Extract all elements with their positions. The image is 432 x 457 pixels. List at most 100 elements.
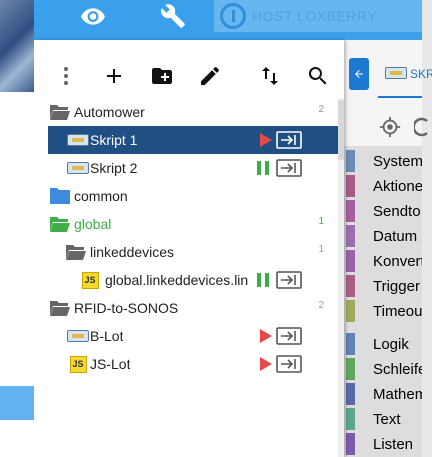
category-color [346, 150, 355, 172]
category-label: Timeouts [373, 302, 422, 320]
play-icon[interactable] [259, 132, 273, 148]
category-color [346, 300, 355, 322]
category-label: Konverti [373, 252, 422, 270]
arrow-left-icon [355, 70, 363, 78]
category-label: Mathem [373, 385, 422, 403]
tree-label: RFID-to-SONOS [74, 300, 179, 316]
category-sendto[interactable]: Sendto [344, 200, 422, 222]
tree-folder-rfid-to-sonos[interactable]: RFID-to-SONOS 2 [48, 294, 342, 322]
blockly-tab-icon [385, 67, 407, 79]
category-color [346, 175, 355, 197]
script-tab-label[interactable]: SKR [410, 67, 432, 81]
blockly-icon [66, 158, 90, 178]
item-count: 1 [318, 244, 324, 255]
category-label: System [373, 152, 422, 170]
folder-open-icon [50, 105, 70, 120]
power-icon [220, 3, 246, 29]
script-tree: Automower 2 Skript 1 Skript 2 common glo… [48, 98, 342, 378]
tab-underline [378, 96, 422, 98]
tree-label: global.linkeddevices.lin [105, 272, 249, 288]
export-icon[interactable] [276, 159, 302, 177]
category-color [346, 433, 355, 455]
item-count: 2 [318, 104, 324, 115]
export-icon[interactable] [276, 271, 302, 289]
category-color [346, 383, 355, 405]
tree-label: common [74, 188, 128, 204]
background-image [0, 0, 34, 92]
category-color [346, 275, 355, 297]
blockly-icon [66, 130, 90, 150]
folder-open-icon [50, 217, 70, 232]
tree-folder-automower[interactable]: Automower 2 [48, 98, 342, 126]
category-label: Aktionen [373, 177, 422, 195]
category-color [346, 408, 355, 430]
tree-folder-common[interactable]: common [48, 182, 342, 210]
category-convert[interactable]: Konverti [344, 250, 422, 272]
blockly-category-list: System Aktionen Sendto Datum u Konverti … [344, 146, 422, 457]
pause-icon[interactable] [256, 272, 270, 288]
category-loops[interactable]: Schleife [344, 358, 422, 380]
more-vert-icon[interactable] [54, 64, 78, 88]
add-folder-icon[interactable] [150, 64, 174, 88]
category-trigger[interactable]: Trigger [344, 275, 422, 297]
category-label: Listen [373, 435, 414, 453]
category-label: Datum u [373, 227, 422, 245]
tree-label: linkeddevices [90, 244, 175, 260]
category-date[interactable]: Datum u [344, 225, 422, 247]
host-label: HOST LOXBERRY [252, 8, 378, 24]
eye-icon[interactable] [80, 3, 106, 29]
tree-label: B-Lot [90, 328, 124, 344]
tree-scrollbar-thumb[interactable] [338, 100, 344, 160]
edit-icon[interactable] [198, 64, 222, 88]
reload-icon[interactable] [414, 116, 430, 138]
js-icon: JS [78, 270, 102, 290]
js-icon: JS [66, 354, 90, 374]
target-icon[interactable] [379, 116, 401, 138]
category-color [346, 250, 355, 272]
item-count: 1 [318, 216, 324, 227]
tree-label: Skript 2 [90, 160, 138, 176]
category-label: Logik [373, 335, 409, 353]
tree-script-js-lot[interactable]: JS JS-Lot [48, 350, 342, 378]
tree-script-skript-2[interactable]: Skript 2 [48, 154, 342, 182]
search-icon[interactable] [306, 64, 330, 88]
play-icon[interactable] [259, 356, 273, 372]
folder-icon [50, 188, 70, 204]
tree-script-skript-1[interactable]: Skript 1 [48, 126, 342, 154]
collapse-button[interactable] [349, 58, 369, 90]
category-label: Sendto [373, 202, 421, 220]
sort-icon[interactable] [258, 64, 282, 88]
blockly-icon [66, 326, 90, 346]
category-math[interactable]: Mathem [344, 383, 422, 405]
add-icon[interactable] [102, 64, 126, 88]
category-color [346, 358, 355, 380]
tree-label: JS-Lot [90, 356, 131, 372]
host-selector[interactable]: HOST LOXBERRY [214, 0, 422, 32]
category-text[interactable]: Text [344, 408, 422, 430]
wrench-icon[interactable] [160, 3, 186, 29]
play-icon[interactable] [259, 328, 273, 344]
category-label: Text [373, 410, 401, 428]
category-lists[interactable]: Listen [344, 433, 422, 455]
tree-folder-linkeddevices[interactable]: linkeddevices 1 [48, 238, 342, 266]
tree-folder-global[interactable]: global 1 [48, 210, 342, 238]
tree-label: global [74, 216, 112, 232]
category-logic[interactable]: Logik [344, 333, 422, 355]
category-label: Trigger [373, 277, 420, 295]
export-icon[interactable] [276, 131, 302, 149]
script-toolbar [34, 40, 344, 98]
category-system[interactable]: System [344, 150, 422, 172]
tree-script-b-lot[interactable]: B-Lot [48, 322, 342, 350]
item-count: 2 [318, 300, 324, 311]
left-blue-button[interactable] [0, 386, 34, 420]
folder-open-icon [66, 245, 86, 260]
category-actions[interactable]: Aktionen [344, 175, 422, 197]
export-icon[interactable] [276, 355, 302, 373]
pause-icon[interactable] [256, 160, 270, 176]
category-color [346, 333, 355, 355]
category-timeouts[interactable]: Timeouts [344, 300, 422, 322]
script-list-panel: Automower 2 Skript 1 Skript 2 common glo… [34, 40, 344, 457]
export-icon[interactable] [276, 327, 302, 345]
tree-script-global-linkeddevices[interactable]: JS global.linkeddevices.lin [48, 266, 342, 294]
category-color [346, 200, 355, 222]
